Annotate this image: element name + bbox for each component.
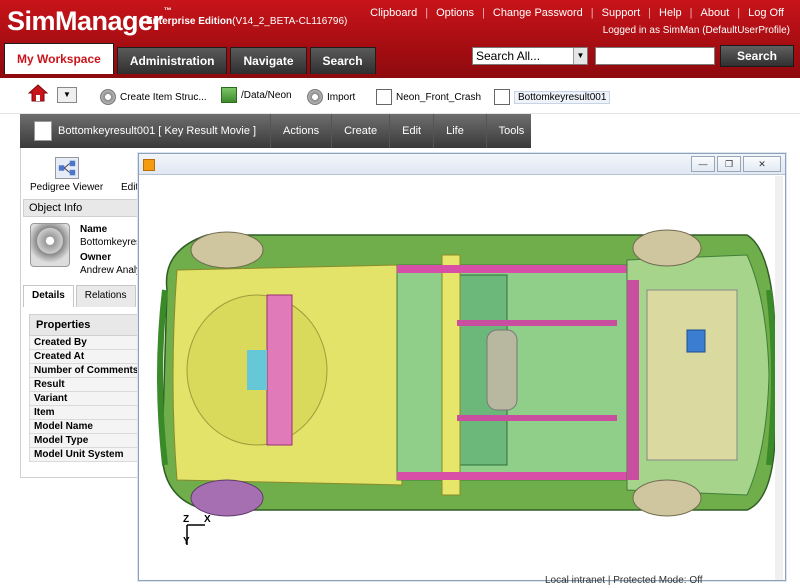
gear-icon bbox=[307, 89, 323, 105]
nav-help[interactable]: Help bbox=[651, 7, 690, 19]
table-row: Model Name bbox=[29, 420, 139, 434]
menu-actions[interactable]: Actions bbox=[270, 114, 331, 148]
detail-tabs: Details Relations bbox=[23, 285, 138, 307]
edition-label: Enterprise Edition(V14_2_BETA-CL116796) bbox=[146, 16, 347, 27]
chevron-down-icon[interactable]: ▼ bbox=[573, 48, 587, 64]
logo-trademark: ™ bbox=[163, 6, 172, 15]
table-row: Created By bbox=[29, 336, 139, 350]
vertical-scrollbar[interactable] bbox=[775, 176, 783, 580]
name-label: Name bbox=[80, 224, 108, 235]
window-title-bar[interactable]: — ❐ ✕ bbox=[139, 154, 785, 175]
data-neon-label: /Data/Neon bbox=[241, 89, 292, 101]
table-row: Item bbox=[29, 406, 139, 420]
bottomkey-result-link[interactable]: Bottomkeyresult001 bbox=[494, 88, 611, 106]
table-row: Number of Comments bbox=[29, 364, 139, 378]
pedigree-viewer-icon[interactable] bbox=[55, 157, 79, 179]
gear-icon bbox=[100, 89, 116, 105]
import-label: Import bbox=[327, 91, 356, 103]
edition-version: (V14_2_BETA-CL116796) bbox=[232, 16, 348, 27]
logged-in-label: Logged in as SimMan (DefaultUserProfile) bbox=[602, 25, 790, 36]
table-row: Result bbox=[29, 378, 139, 392]
menu-tools[interactable]: Tools bbox=[485, 114, 537, 148]
document-icon bbox=[494, 89, 510, 105]
axis-x-label: X bbox=[204, 514, 211, 525]
menu-life-cycle[interactable]: Life Cycle bbox=[433, 114, 486, 171]
create-item-label: Create Item Struc... bbox=[120, 91, 207, 103]
movie-reel-icon bbox=[30, 223, 70, 267]
table-row: Model Unit System bbox=[29, 448, 139, 462]
folder-icon bbox=[221, 87, 237, 103]
neon-front-crash-link[interactable]: Neon_Front_Crash bbox=[376, 88, 481, 106]
object-info-header: Object Info bbox=[23, 199, 141, 217]
tab-search[interactable]: Search bbox=[309, 47, 376, 74]
owner-label: Owner bbox=[80, 252, 112, 263]
movie-viewer-window[interactable]: — ❐ ✕ Z X Y bbox=[138, 153, 786, 581]
edition-name: Enterprise Edition bbox=[146, 16, 233, 27]
search-button[interactable]: Search bbox=[720, 45, 794, 67]
car-underbody-render bbox=[157, 229, 777, 545]
document-icon bbox=[376, 89, 392, 105]
properties-table: Properties Created By Created At Number … bbox=[29, 314, 139, 462]
tab-relations[interactable]: Relations bbox=[75, 285, 136, 307]
menu-create[interactable]: Create bbox=[331, 114, 389, 148]
home-dropdown-button[interactable]: ▼ bbox=[57, 87, 77, 103]
nav-clipboard[interactable]: Clipboard bbox=[362, 7, 425, 19]
search-input[interactable] bbox=[595, 47, 715, 65]
menu-edit[interactable]: Edit bbox=[389, 114, 433, 148]
owner-value: Andrew Analy bbox=[80, 265, 142, 276]
axis-y-label: Y bbox=[183, 536, 190, 547]
tab-navigate[interactable]: Navigate bbox=[230, 47, 307, 74]
search-scope-value: Search All... bbox=[476, 49, 541, 63]
nav-support[interactable]: Support bbox=[594, 7, 649, 19]
axis-z-label: Z bbox=[183, 514, 190, 525]
player-icon bbox=[143, 159, 155, 171]
top-nav: Clipboard | Options | Change Password | Sup… bbox=[362, 7, 792, 19]
object-header-bar: Bottomkeyresult001 [ Key Result Movie ] … bbox=[20, 114, 531, 171]
close-button[interactable]: ✕ bbox=[743, 156, 781, 172]
object-title: Bottomkeyresult001 [ Key Result Movie ] bbox=[58, 125, 257, 137]
table-row: Created At bbox=[29, 350, 139, 364]
document-icon bbox=[34, 121, 52, 141]
pedigree-viewer-button[interactable]: Pedigree Viewer bbox=[30, 182, 103, 193]
nav-about[interactable]: About bbox=[693, 7, 738, 19]
nav-options[interactable]: Options bbox=[428, 7, 482, 19]
main-tabs: My Workspace Administration Navigate Sea… bbox=[4, 43, 379, 74]
nav-log-off[interactable]: Log Off bbox=[740, 7, 792, 19]
home-icon[interactable] bbox=[28, 83, 48, 103]
tab-details[interactable]: Details bbox=[23, 285, 74, 307]
create-item-structure-button[interactable]: Create Item Struc... bbox=[100, 88, 207, 106]
logo-text: SimManager bbox=[7, 6, 163, 36]
object-menu: Actions Create Edit Life Cycle Tools bbox=[270, 114, 537, 171]
neon-front-label: Neon_Front_Crash bbox=[396, 91, 482, 103]
window-controls: — ❐ ✕ bbox=[689, 156, 781, 172]
tab-administration[interactable]: Administration bbox=[116, 47, 228, 74]
data-neon-button[interactable]: /Data/Neon bbox=[221, 86, 292, 104]
table-row: Model Type bbox=[29, 434, 139, 448]
nav-change-password[interactable]: Change Password bbox=[485, 7, 591, 19]
table-row: Variant bbox=[29, 392, 139, 406]
car-model-viewport[interactable]: Z X Y bbox=[147, 180, 777, 580]
edit-button[interactable]: Edit bbox=[121, 182, 138, 193]
bottomkey-label: Bottomkeyresult001 bbox=[514, 90, 611, 104]
app-header: SimManager™ Enterprise Edition(V14_2_BET… bbox=[0, 0, 800, 78]
search-scope-select[interactable]: Search All... ▼ bbox=[472, 47, 588, 65]
properties-header: Properties bbox=[29, 314, 139, 336]
name-value: Bottomkeyres bbox=[80, 237, 142, 248]
restore-button[interactable]: ❐ bbox=[717, 156, 741, 172]
tab-my-workspace[interactable]: My Workspace bbox=[4, 43, 114, 74]
browser-status-bar: Local intranet | Protected Mode: Off bbox=[545, 575, 703, 586]
import-button[interactable]: Import bbox=[307, 88, 355, 106]
minimize-button[interactable]: — bbox=[691, 156, 715, 172]
